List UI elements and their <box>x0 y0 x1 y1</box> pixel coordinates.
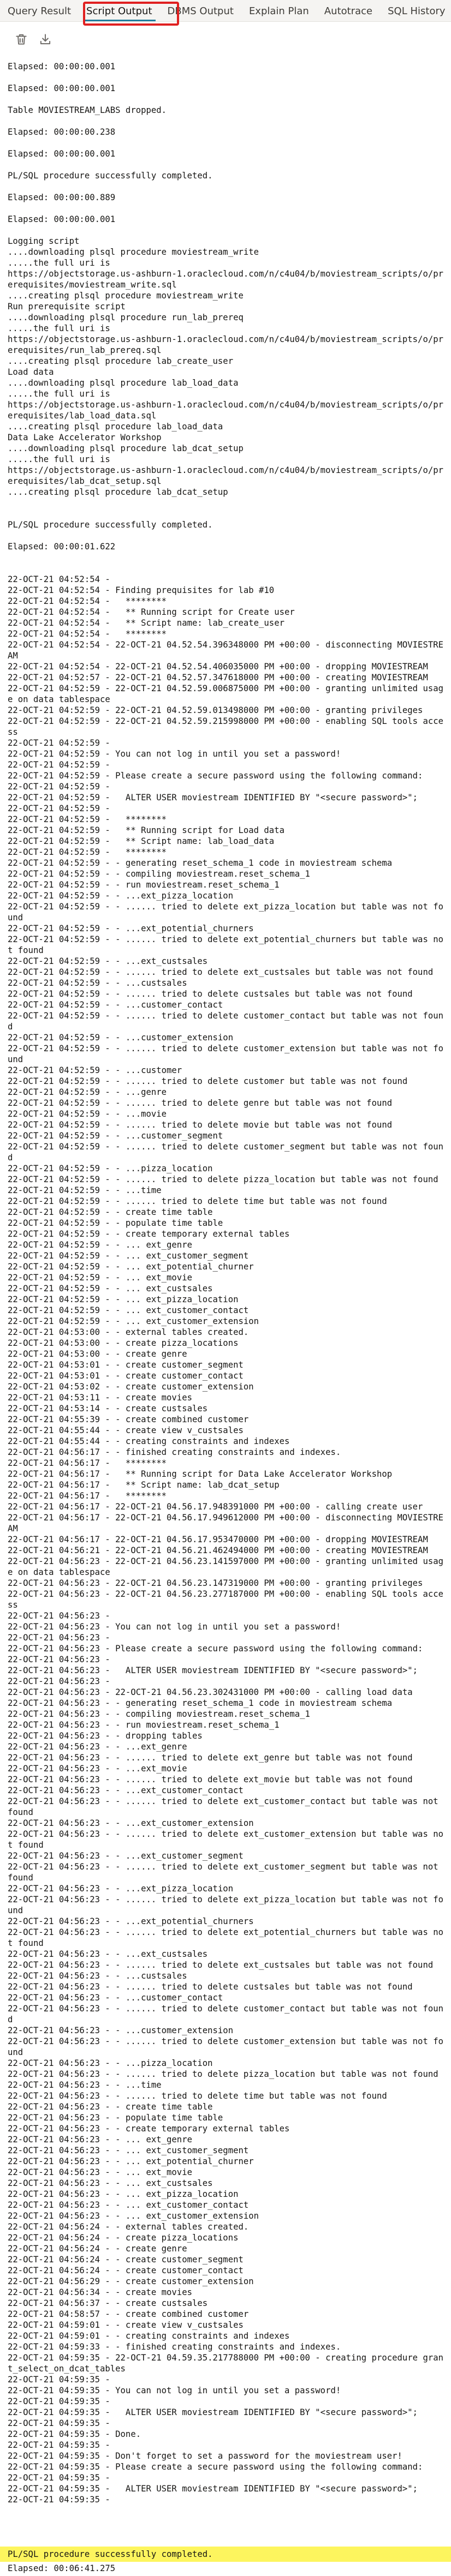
tab-autotrace[interactable]: Autotrace <box>317 2 380 21</box>
tab-explain-plan[interactable]: Explain Plan <box>241 2 317 21</box>
results-tab-bar: Query Result Script Output DBMS Output E… <box>0 0 451 22</box>
tab-script-output[interactable]: Script Output <box>79 2 159 21</box>
script-output-log: Elapsed: 00:00:00.001 Elapsed: 00:00:00.… <box>8 62 443 2505</box>
tab-sql-history[interactable]: SQL History <box>380 2 451 21</box>
download-icon[interactable] <box>38 32 52 46</box>
trash-icon[interactable] <box>14 32 28 46</box>
tab-dbms-output[interactable]: DBMS Output <box>160 2 241 21</box>
tab-query-result[interactable]: Query Result <box>0 2 79 21</box>
completion-message-highlight: PL/SQL procedure successfully completed. <box>0 2547 451 2562</box>
output-toolbar <box>0 27 451 51</box>
script-output-panel: Elapsed: 00:00:00.001 Elapsed: 00:00:00.… <box>0 61 451 2532</box>
completion-message: PL/SQL procedure successfully completed. <box>8 2549 213 2559</box>
final-elapsed-time: Elapsed: 00:06:41.275 <box>8 2563 116 2573</box>
